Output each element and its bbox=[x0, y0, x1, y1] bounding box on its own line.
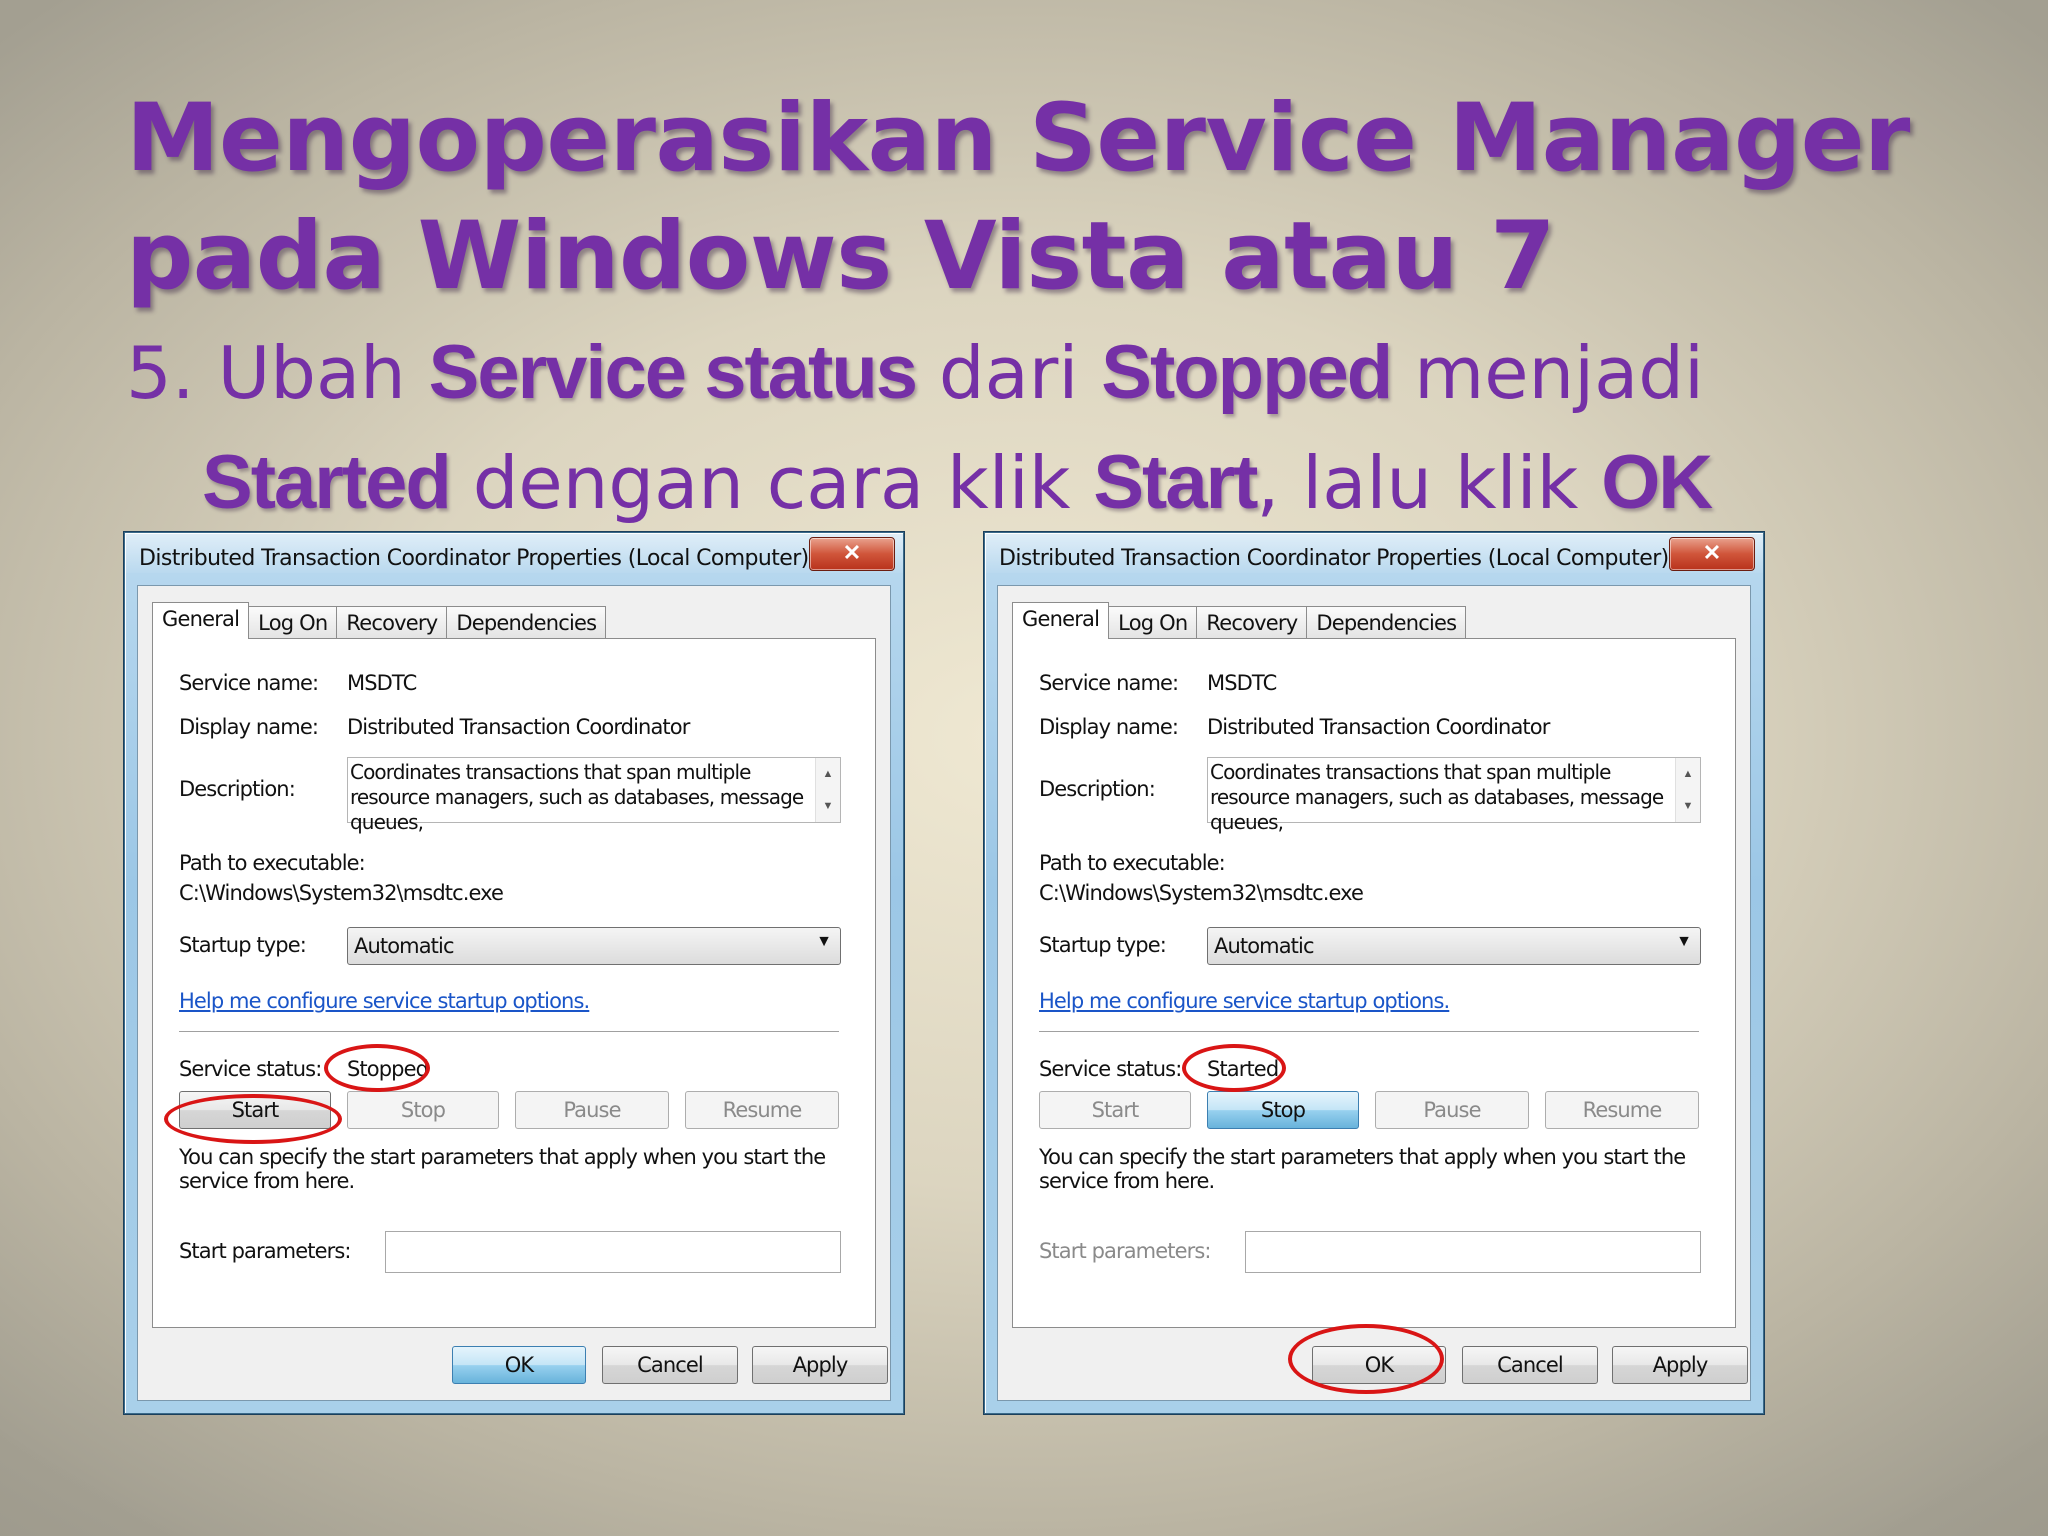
arrow-down-icon[interactable]: ▼ bbox=[1676, 790, 1700, 822]
tab-recovery[interactable]: Recovery bbox=[336, 606, 448, 639]
pause-button[interactable]: Pause bbox=[515, 1091, 669, 1129]
tab-strip: General Log On Recovery Dependencies bbox=[152, 602, 607, 639]
path-label: Path to executable: bbox=[179, 851, 366, 875]
apply-button[interactable]: Apply bbox=[1612, 1346, 1748, 1384]
description-text: Coordinates transactions that span multi… bbox=[1210, 760, 1664, 834]
step-text: dengan cara klik bbox=[449, 441, 1094, 525]
step-bold: Service status bbox=[428, 330, 918, 415]
start-params-info: You can specify the start parameters tha… bbox=[1039, 1145, 1686, 1193]
apply-button[interactable]: Apply bbox=[752, 1346, 888, 1384]
highlight-ok-oval bbox=[1288, 1324, 1444, 1394]
dialog-client: General Log On Recovery Dependencies Ser… bbox=[137, 585, 891, 1401]
description-label: Description: bbox=[179, 777, 296, 801]
tab-strip: General Log On Recovery Dependencies bbox=[1012, 602, 1467, 639]
highlight-status-oval bbox=[324, 1044, 430, 1092]
cancel-button[interactable]: Cancel bbox=[602, 1346, 738, 1384]
service-status-label: Service status: bbox=[179, 1057, 322, 1081]
startup-type-label: Startup type: bbox=[1039, 933, 1167, 957]
window-title: Distributed Transaction Coordinator Prop… bbox=[999, 546, 1669, 571]
step-text: , lalu klik bbox=[1256, 441, 1602, 525]
description-text: Coordinates transactions that span multi… bbox=[350, 760, 804, 834]
cancel-button[interactable]: Cancel bbox=[1462, 1346, 1598, 1384]
display-name-value: Distributed Transaction Coordinator bbox=[1207, 715, 1550, 739]
service-name-value: MSDTC bbox=[1207, 671, 1277, 695]
service-name-label: Service name: bbox=[179, 671, 319, 695]
startup-type-label: Startup type: bbox=[179, 933, 307, 957]
tab-log-on[interactable]: Log On bbox=[1108, 606, 1198, 639]
service-name-label: Service name: bbox=[1039, 671, 1179, 695]
chevron-down-icon[interactable]: ▼ bbox=[816, 933, 832, 951]
start-button[interactable]: Start bbox=[1039, 1091, 1191, 1129]
display-name-value: Distributed Transaction Coordinator bbox=[347, 715, 690, 739]
tab-general[interactable]: General bbox=[152, 602, 250, 639]
description-field[interactable]: Coordinates transactions that span multi… bbox=[347, 757, 841, 834]
resume-button[interactable]: Resume bbox=[1545, 1091, 1699, 1129]
step-line1: 5. Ubah Service status dari Stopped menj… bbox=[126, 318, 1986, 428]
close-icon[interactable]: ✕ bbox=[1669, 537, 1755, 571]
start-parameters-label: Start parameters: bbox=[179, 1239, 351, 1263]
step-text: 5. Ubah bbox=[126, 331, 429, 415]
pause-button[interactable]: Pause bbox=[1375, 1091, 1529, 1129]
startup-type-value: Automatic bbox=[354, 934, 455, 958]
description-field[interactable]: Coordinates transactions that span multi… bbox=[1207, 757, 1701, 834]
arrow-up-icon[interactable]: ▲ bbox=[816, 758, 840, 790]
description-scrollbar[interactable]: ▲ ▼ bbox=[815, 758, 840, 822]
start-parameters-input[interactable] bbox=[385, 1231, 841, 1273]
startup-type-select[interactable]: Automatic ▼ bbox=[1207, 927, 1701, 965]
dialog-client: General Log On Recovery Dependencies Ser… bbox=[997, 585, 1751, 1401]
step-bold: OK bbox=[1601, 440, 1713, 525]
arrow-up-icon[interactable]: ▲ bbox=[1676, 758, 1700, 790]
tab-general[interactable]: General bbox=[1012, 602, 1110, 639]
divider bbox=[1039, 1031, 1699, 1032]
start-params-info: You can specify the start parameters tha… bbox=[179, 1145, 826, 1193]
display-name-label: Display name: bbox=[1039, 715, 1179, 739]
window-title: Distributed Transaction Coordinator Prop… bbox=[139, 546, 809, 571]
start-parameters-label: Start parameters: bbox=[1039, 1239, 1211, 1263]
close-icon[interactable]: ✕ bbox=[809, 537, 895, 571]
divider bbox=[179, 1031, 839, 1032]
slide-title: Mengoperasikan Service Manager pada Wind… bbox=[126, 80, 1986, 316]
tab-log-on[interactable]: Log On bbox=[248, 606, 338, 639]
highlight-start-oval bbox=[164, 1094, 342, 1144]
help-link[interactable]: Help me configure service startup option… bbox=[1039, 989, 1450, 1013]
step-bold: Stopped bbox=[1101, 330, 1393, 415]
stop-button[interactable]: Stop bbox=[347, 1091, 499, 1129]
arrow-down-icon[interactable]: ▼ bbox=[816, 790, 840, 822]
step-bold: Start bbox=[1093, 440, 1258, 525]
step-text: dari bbox=[916, 331, 1102, 415]
path-label: Path to executable: bbox=[1039, 851, 1226, 875]
display-name-label: Display name: bbox=[179, 715, 319, 739]
general-panel: Service name: MSDTC Display name: Distri… bbox=[1012, 638, 1736, 1328]
step-line2: Started dengan cara klik Start, lalu kli… bbox=[126, 428, 1986, 538]
tab-dependencies[interactable]: Dependencies bbox=[446, 606, 607, 639]
properties-dialog-started: Distributed Transaction Coordinator Prop… bbox=[984, 532, 1764, 1414]
service-name-value: MSDTC bbox=[347, 671, 417, 695]
startup-type-select[interactable]: Automatic ▼ bbox=[347, 927, 841, 965]
service-status-label: Service status: bbox=[1039, 1057, 1182, 1081]
help-link[interactable]: Help me configure service startup option… bbox=[179, 989, 590, 1013]
step-bold: Started bbox=[202, 440, 452, 525]
general-panel: Service name: MSDTC Display name: Distri… bbox=[152, 638, 876, 1328]
path-value: C:\Windows\System32\msdtc.exe bbox=[179, 881, 504, 905]
slide-title-line1: Mengoperasikan Service Manager bbox=[126, 84, 1910, 193]
tab-dependencies[interactable]: Dependencies bbox=[1306, 606, 1467, 639]
resume-button[interactable]: Resume bbox=[685, 1091, 839, 1129]
description-label: Description: bbox=[1039, 777, 1156, 801]
highlight-status-oval bbox=[1182, 1044, 1286, 1092]
ok-button[interactable]: OK bbox=[452, 1346, 586, 1384]
properties-dialog-stopped: Distributed Transaction Coordinator Prop… bbox=[124, 532, 904, 1414]
start-parameters-input[interactable] bbox=[1245, 1231, 1701, 1273]
chevron-down-icon[interactable]: ▼ bbox=[1676, 933, 1692, 951]
path-value: C:\Windows\System32\msdtc.exe bbox=[1039, 881, 1364, 905]
step-instruction: 5. Ubah Service status dari Stopped menj… bbox=[126, 318, 1986, 538]
tab-recovery[interactable]: Recovery bbox=[1196, 606, 1308, 639]
startup-type-value: Automatic bbox=[1214, 934, 1315, 958]
description-scrollbar[interactable]: ▲ ▼ bbox=[1675, 758, 1700, 822]
stop-button[interactable]: Stop bbox=[1207, 1091, 1359, 1129]
step-text: menjadi bbox=[1391, 331, 1705, 415]
slide-title-line2: pada Windows Vista atau 7 bbox=[126, 202, 1556, 311]
